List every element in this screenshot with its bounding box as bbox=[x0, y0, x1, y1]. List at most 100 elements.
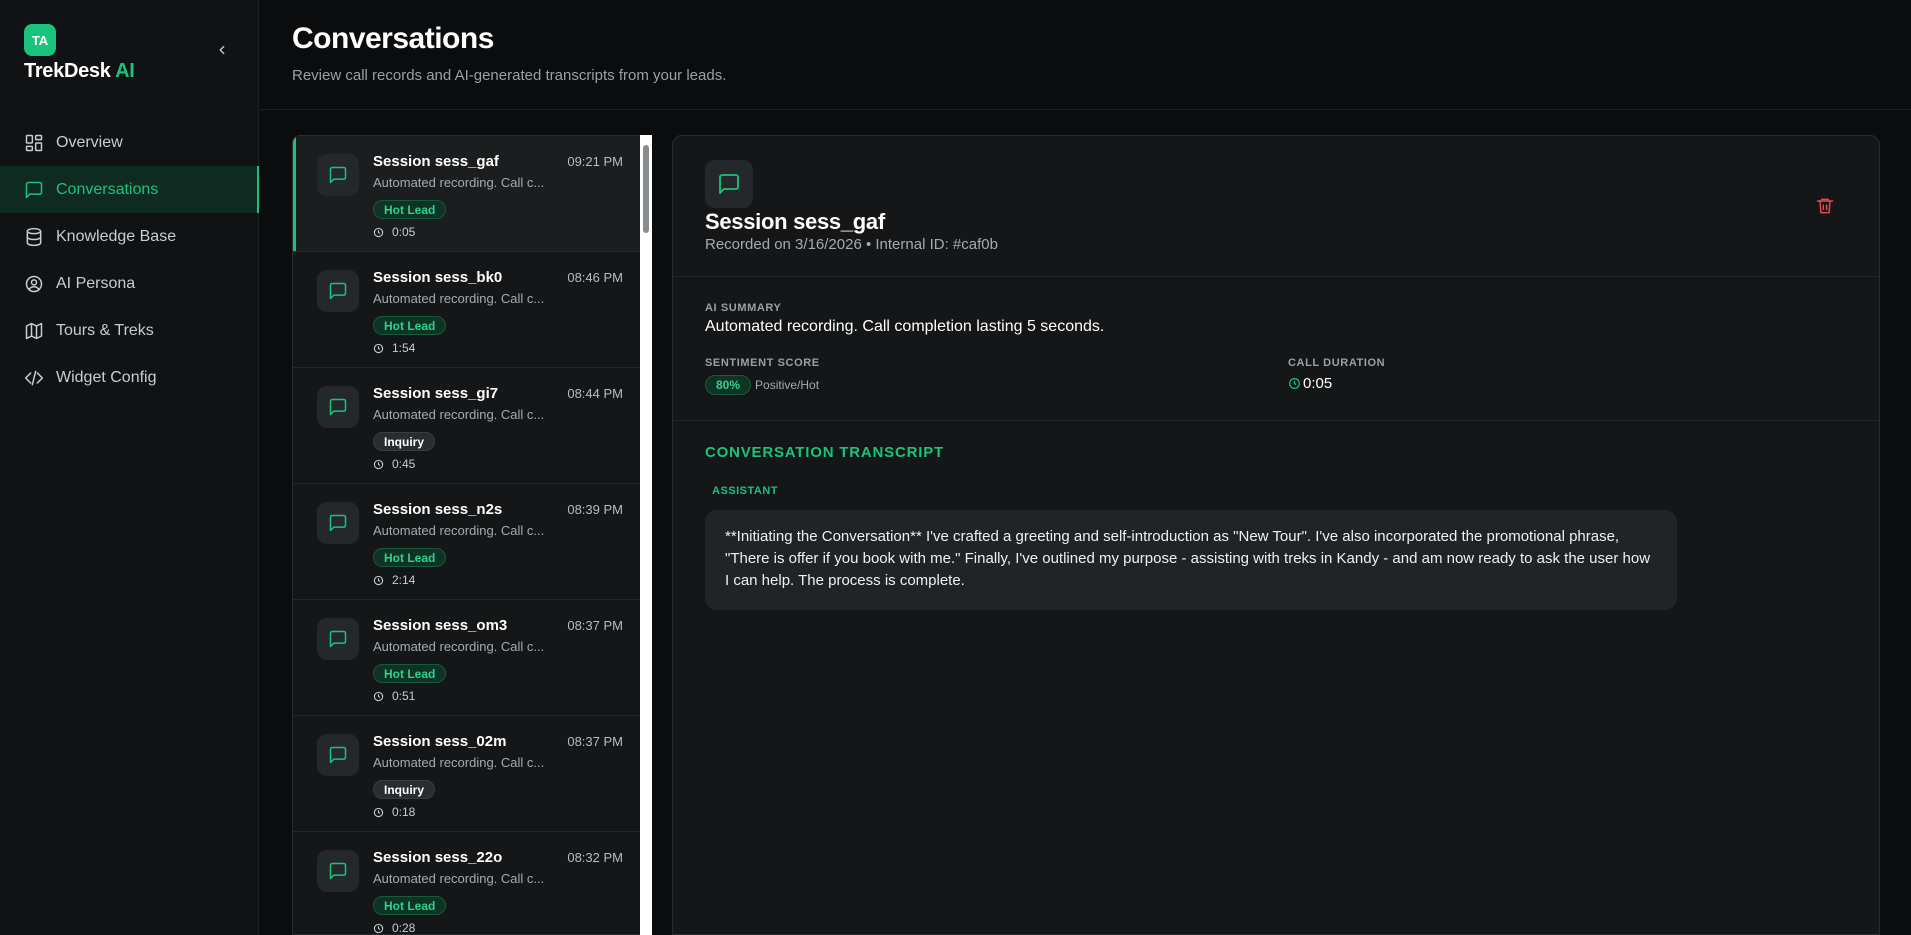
sidebar-item-overview[interactable]: Overview bbox=[0, 119, 259, 166]
session-item[interactable]: Session sess_02m 08:37 PM Automated reco… bbox=[293, 716, 641, 832]
session-time: 08:32 PM bbox=[567, 850, 623, 865]
status-badge: Hot Lead bbox=[373, 896, 447, 915]
delete-button[interactable] bbox=[1815, 196, 1837, 218]
page-subtitle: Review call records and AI-generated tra… bbox=[292, 67, 727, 84]
sidebar-item-label: Conversations bbox=[56, 180, 159, 198]
session-description: Automated recording. Call c... bbox=[373, 523, 545, 538]
sidebar-item-label: Overview bbox=[56, 133, 123, 151]
status-badge: Hot Lead bbox=[373, 664, 447, 683]
call-duration-value: 0:05 bbox=[1303, 375, 1333, 392]
session-duration: 1:54 bbox=[373, 341, 415, 355]
status-badge: Hot Lead bbox=[373, 548, 447, 567]
session-description: Automated recording. Call c... bbox=[373, 871, 545, 886]
session-time: 08:39 PM bbox=[567, 502, 623, 517]
brand-badge: TA bbox=[24, 24, 56, 56]
page-title: Conversations bbox=[292, 22, 494, 55]
sentiment-badge: 80% bbox=[705, 375, 752, 395]
session-time: 08:37 PM bbox=[567, 618, 623, 633]
sidebar-item-tours-treks[interactable]: Tours & Treks bbox=[0, 307, 259, 354]
clock-icon bbox=[373, 459, 384, 469]
clock-icon bbox=[373, 227, 384, 237]
session-time: 09:21 PM bbox=[567, 154, 623, 169]
session-item[interactable]: Session sess_n2s 08:39 PM Automated reco… bbox=[293, 484, 641, 600]
session-duration: 0:28 bbox=[373, 921, 416, 935]
session-item[interactable]: Session sess_gaf 09:21 PM Automated reco… bbox=[293, 136, 641, 252]
sidebar-item-label: AI Persona bbox=[56, 274, 136, 292]
session-list-scrollbar[interactable] bbox=[640, 135, 652, 935]
sidebar-item-ai-persona[interactable]: AI Persona bbox=[0, 260, 259, 307]
clock-icon bbox=[373, 575, 384, 585]
transcript-title: CONVERSATION TRANSCRIPT bbox=[705, 444, 944, 461]
summary-section: AI SUMMARY Automated recording. Call com… bbox=[673, 277, 1879, 421]
chevron-left-icon bbox=[219, 45, 225, 55]
chat-icon bbox=[317, 734, 359, 776]
detail-meta: Recorded on 3/16/2026 • Internal ID: #ca… bbox=[705, 236, 998, 253]
grid-icon bbox=[25, 134, 43, 151]
brand-name: TrekDesk AI bbox=[24, 60, 135, 83]
sentiment-label: SENTIMENT SCORE bbox=[705, 357, 820, 369]
session-description: Automated recording. Call c... bbox=[373, 755, 545, 770]
user-circle-icon bbox=[25, 275, 43, 292]
session-duration-text: 0:45 bbox=[392, 457, 416, 471]
detail-header: Session sess_gaf Recorded on 3/16/2026 •… bbox=[673, 136, 1879, 277]
session-time: 08:46 PM bbox=[567, 270, 623, 285]
session-duration: 0:45 bbox=[373, 457, 415, 471]
summary-label: AI SUMMARY bbox=[705, 302, 782, 314]
chat-icon bbox=[317, 270, 359, 312]
session-time: 08:44 PM bbox=[567, 386, 623, 401]
chat-icon bbox=[317, 386, 359, 428]
session-duration: 0:18 bbox=[373, 805, 415, 819]
chat-icon bbox=[317, 850, 359, 892]
session-duration-text: 0:28 bbox=[392, 921, 416, 935]
sidebar-item-label: Widget Config bbox=[56, 368, 157, 386]
session-description: Automated recording. Call c... bbox=[373, 291, 545, 306]
session-item[interactable]: Session sess_bk0 08:46 PM Automated reco… bbox=[293, 252, 641, 368]
status-badge: Inquiry bbox=[373, 432, 436, 451]
message-bubble: **Initiating the Conversation** I've cra… bbox=[705, 510, 1677, 610]
session-title: Session sess_gi7 bbox=[373, 385, 499, 402]
session-time: 08:37 PM bbox=[567, 734, 623, 749]
call-duration: 0:05 bbox=[1288, 375, 1332, 392]
conversation-detail: Session sess_gaf Recorded on 3/16/2026 •… bbox=[672, 135, 1880, 935]
session-item[interactable]: Session sess_22o 08:32 PM Automated reco… bbox=[293, 832, 641, 935]
session-duration-text: 0:18 bbox=[392, 805, 416, 819]
brand-logo[interactable]: TA TrekDesk AI bbox=[24, 24, 135, 83]
chat-icon bbox=[25, 181, 43, 198]
sidebar-item-conversations[interactable]: Conversations bbox=[0, 166, 259, 213]
sidebar-item-label: Tours & Treks bbox=[56, 321, 154, 339]
session-duration: 0:51 bbox=[373, 689, 415, 703]
trash-icon bbox=[1816, 198, 1834, 214]
page-header: Conversations Review call records and AI… bbox=[260, 0, 1911, 110]
session-duration: 2:14 bbox=[373, 573, 415, 587]
sentiment-text: Positive/Hot bbox=[755, 378, 820, 392]
session-title: Session sess_gaf bbox=[373, 153, 499, 170]
sidebar-item-widget-config[interactable]: Widget Config bbox=[0, 354, 259, 401]
session-duration: 0:05 bbox=[373, 225, 415, 239]
clock-icon bbox=[373, 807, 384, 817]
session-title: Session sess_02m bbox=[373, 733, 507, 750]
session-duration-text: 0:51 bbox=[392, 689, 416, 703]
status-badge: Hot Lead bbox=[373, 316, 447, 335]
map-icon bbox=[25, 322, 43, 339]
clock-icon bbox=[1289, 378, 1300, 389]
clock-icon bbox=[373, 691, 384, 701]
session-title: Session sess_n2s bbox=[373, 501, 503, 518]
sidebar-item-knowledge-base[interactable]: Knowledge Base bbox=[0, 213, 259, 260]
code-icon bbox=[24, 370, 44, 385]
sentiment-score: 80% Positive/Hot bbox=[705, 375, 819, 395]
clock-icon bbox=[373, 343, 384, 353]
collapse-sidebar-button[interactable] bbox=[212, 40, 232, 60]
status-badge: Inquiry bbox=[373, 780, 436, 799]
summary-text: Automated recording. Call completion las… bbox=[705, 318, 1105, 335]
session-item[interactable]: Session sess_om3 08:37 PM Automated reco… bbox=[293, 600, 641, 716]
chat-icon bbox=[705, 160, 753, 208]
session-list-scrollbar-thumb[interactable] bbox=[643, 145, 649, 233]
session-title: Session sess_22o bbox=[373, 849, 503, 866]
status-badge: Hot Lead bbox=[373, 200, 447, 219]
database-icon bbox=[26, 227, 42, 246]
session-item[interactable]: Session sess_gi7 08:44 PM Automated reco… bbox=[293, 368, 641, 484]
sidebar-nav: Overview Conversations Knowledge Base AI… bbox=[0, 119, 259, 401]
message-role: ASSISTANT bbox=[712, 485, 779, 497]
sidebar-item-label: Knowledge Base bbox=[56, 227, 177, 245]
session-duration-text: 0:05 bbox=[392, 225, 416, 239]
